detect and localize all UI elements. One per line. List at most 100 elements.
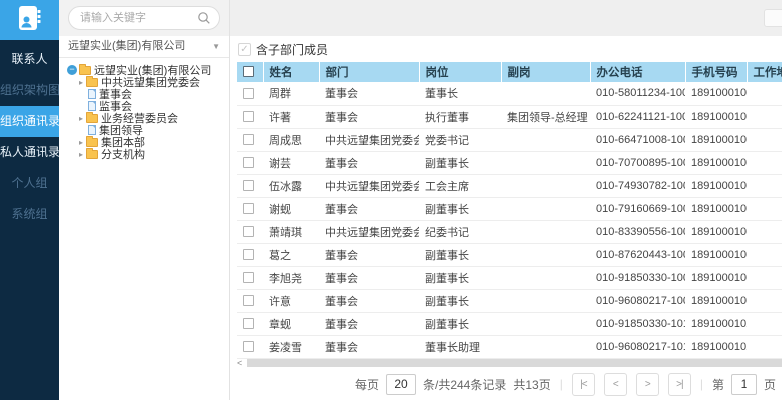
search-input[interactable] bbox=[80, 8, 195, 28]
filter-row: ✓ 含子部门成员 bbox=[230, 36, 782, 62]
tree-node[interactable]: ▸业务经营委员会 bbox=[67, 112, 229, 124]
row-checkbox[interactable] bbox=[243, 341, 254, 352]
cell-部门: 董事会 bbox=[319, 82, 419, 105]
next-page-button[interactable]: > bbox=[636, 373, 659, 396]
address-book-icon bbox=[17, 4, 43, 37]
prev-page-button[interactable]: < bbox=[604, 373, 627, 396]
cell-工作地 bbox=[747, 312, 782, 335]
row-checkbox[interactable] bbox=[243, 203, 254, 214]
table-row[interactable]: 伍冰露中共远望集团党委会/工会...工会主席010-74930782-10041… bbox=[237, 174, 782, 197]
collapse-toggle-icon[interactable]: − bbox=[67, 65, 77, 75]
table-header-row: 姓名部门岗位副岗办公电话手机号码工作地 bbox=[237, 62, 782, 82]
first-page-button[interactable]: |< bbox=[572, 373, 595, 396]
sidebar-item-联系人[interactable]: 联系人 bbox=[0, 44, 59, 75]
cell-姓名: 葛之 bbox=[263, 243, 319, 266]
expand-arrow-icon[interactable]: ▸ bbox=[79, 150, 83, 159]
table-row[interactable]: 周成思中共远望集团党委会/党委...党委书记010-66471008-10021… bbox=[237, 128, 782, 151]
table-row[interactable]: 谢蚬董事会副董事长010-79160669-100518910001005 bbox=[237, 197, 782, 220]
cell-部门: 董事会 bbox=[319, 335, 419, 358]
column-header-副岗[interactable]: 副岗 bbox=[501, 62, 590, 82]
table-row[interactable]: 章蚬董事会副董事长010-91850330-101018910001010 bbox=[237, 312, 782, 335]
last-page-button[interactable]: >| bbox=[668, 373, 691, 396]
cell-手机号码: 18910001005 bbox=[685, 197, 747, 220]
row-checkbox[interactable] bbox=[243, 134, 254, 145]
row-checkbox-cell bbox=[237, 197, 263, 220]
cell-副岗: 集团领导-总经理 bbox=[501, 105, 590, 128]
cell-岗位: 副董事长 bbox=[419, 243, 501, 266]
tree-node-label: 分支机构 bbox=[101, 146, 145, 162]
row-checkbox[interactable] bbox=[243, 249, 254, 260]
expand-arrow-icon[interactable]: ▸ bbox=[79, 78, 83, 87]
tree-node[interactable]: ▸ 分支机构 bbox=[67, 148, 229, 160]
cell-工作地 bbox=[747, 266, 782, 289]
table-row[interactable]: 谢芸董事会副董事长010-70700895-100318910001003 bbox=[237, 151, 782, 174]
cell-办公电话: 010-66471008-1002 bbox=[590, 128, 685, 151]
include-sub-dept-checkbox[interactable]: ✓ bbox=[238, 43, 251, 56]
cell-岗位: 董事长 bbox=[419, 82, 501, 105]
toolbar-button[interactable] bbox=[764, 9, 782, 27]
expand-arrow-icon[interactable]: ▸ bbox=[79, 138, 83, 147]
column-header-姓名[interactable]: 姓名 bbox=[263, 62, 319, 82]
table-row[interactable]: 许著董事会执行董事集团领导-总经理010-62241121-1001189100… bbox=[237, 105, 782, 128]
cell-副岗 bbox=[501, 312, 590, 335]
cell-办公电话: 010-83390556-1006 bbox=[590, 220, 685, 243]
cell-部门: 董事会 bbox=[319, 289, 419, 312]
address-book-app: 联系人组织架构图组织通讯录私人通讯录个人组系统组 远望实业(集团)有限公司 ▼ … bbox=[0, 0, 782, 400]
sidebar-item-系统组[interactable]: 系统组 bbox=[0, 199, 59, 230]
row-checkbox[interactable] bbox=[243, 157, 254, 168]
column-header-岗位[interactable]: 岗位 bbox=[419, 62, 501, 82]
cell-手机号码: 18910001011 bbox=[685, 335, 747, 358]
column-header-办公电话[interactable]: 办公电话 bbox=[590, 62, 685, 82]
table-row[interactable]: 萧靖琪中共远望集团党委会/纪委纪委书记010-83390556-10061891… bbox=[237, 220, 782, 243]
row-checkbox[interactable] bbox=[243, 88, 254, 99]
cell-姓名: 谢芸 bbox=[263, 151, 319, 174]
table-row[interactable]: 葛之董事会副董事长010-87620443-100718910001007 bbox=[237, 243, 782, 266]
row-checkbox[interactable] bbox=[243, 272, 254, 283]
table-row[interactable]: 姜凌雪董事会董事长助理010-96080217-101118910001011 bbox=[237, 335, 782, 358]
sidebar-item-组织通讯录[interactable]: 组织通讯录 bbox=[0, 106, 59, 137]
sidebar-menu: 联系人组织架构图组织通讯录私人通讯录个人组系统组 bbox=[0, 40, 59, 230]
cell-姓名: 谢蚬 bbox=[263, 197, 319, 220]
cell-手机号码: 18910001006 bbox=[685, 220, 747, 243]
search-icon[interactable] bbox=[197, 11, 211, 30]
org-tree: −远望实业(集团)有限公司▸中共远望集团党委会董事会监事会▸业务经营委员会集团领… bbox=[59, 58, 229, 160]
cell-副岗 bbox=[501, 197, 590, 220]
select-all-checkbox[interactable] bbox=[243, 66, 254, 77]
horizontal-scrollbar[interactable]: < bbox=[237, 359, 782, 368]
sidebar-item-私人通讯录[interactable]: 私人通讯录 bbox=[0, 137, 59, 168]
company-select[interactable]: 远望实业(集团)有限公司 ▼ bbox=[59, 36, 229, 58]
cell-副岗 bbox=[501, 335, 590, 358]
current-page-input[interactable]: 1 bbox=[731, 374, 757, 395]
company-select-value: 远望实业(集团)有限公司 bbox=[68, 36, 212, 57]
sidebar-item-组织架构图[interactable]: 组织架构图 bbox=[0, 75, 59, 106]
scroll-left-icon[interactable]: < bbox=[237, 359, 247, 368]
sidebar-item-个人组[interactable]: 个人组 bbox=[0, 168, 59, 199]
cell-岗位: 董事长助理 bbox=[419, 335, 501, 358]
row-checkbox[interactable] bbox=[243, 180, 254, 191]
chevron-down-icon: ▼ bbox=[212, 36, 220, 57]
table-row[interactable]: 李旭尧董事会副董事长010-91850330-100818910001008 bbox=[237, 266, 782, 289]
row-checkbox-cell bbox=[237, 82, 263, 105]
column-header-工作地[interactable]: 工作地 bbox=[747, 62, 782, 82]
main-panel: ✓ 含子部门成员 姓名部门岗位副岗办公电话手机号码工作地 周群董事会董事长010… bbox=[230, 0, 782, 400]
cell-副岗 bbox=[501, 82, 590, 105]
column-header-手机号码[interactable]: 手机号码 bbox=[685, 62, 747, 82]
table-row[interactable]: 许意董事会副董事长010-96080217-100918910001009 bbox=[237, 289, 782, 312]
row-checkbox[interactable] bbox=[243, 318, 254, 329]
table-row[interactable]: 周群董事会董事长010-58011234-100018910001000 bbox=[237, 82, 782, 105]
total-pages-label: 共13页 bbox=[513, 376, 550, 393]
members-table-wrap: 姓名部门岗位副岗办公电话手机号码工作地 周群董事会董事长010-58011234… bbox=[237, 62, 782, 359]
cell-副岗 bbox=[501, 243, 590, 266]
cell-副岗 bbox=[501, 174, 590, 197]
row-checkbox[interactable] bbox=[243, 111, 254, 122]
tree-node[interactable]: ▸集团本部 bbox=[67, 136, 229, 148]
expand-arrow-icon[interactable]: ▸ bbox=[79, 114, 83, 123]
cell-手机号码: 18910001009 bbox=[685, 289, 747, 312]
cell-岗位: 工会主席 bbox=[419, 174, 501, 197]
scrollbar-thumb[interactable] bbox=[247, 359, 782, 367]
column-header-部门[interactable]: 部门 bbox=[319, 62, 419, 82]
app-logo[interactable] bbox=[0, 0, 59, 40]
row-checkbox[interactable] bbox=[243, 226, 254, 237]
row-checkbox[interactable] bbox=[243, 295, 254, 306]
page-size-input[interactable]: 20 bbox=[386, 374, 416, 395]
